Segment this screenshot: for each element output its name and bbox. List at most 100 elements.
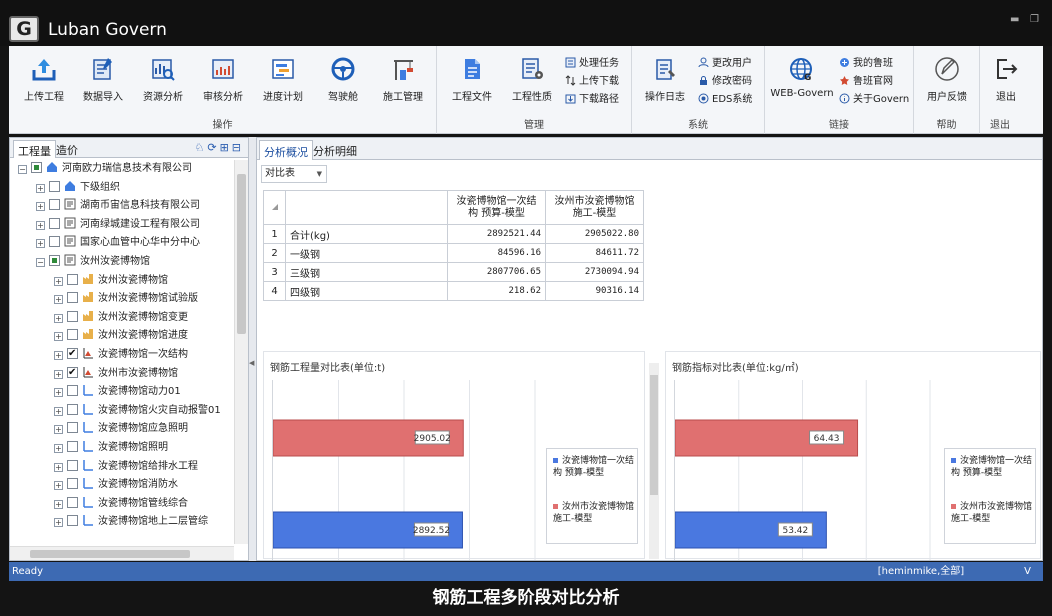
tree-node[interactable]: + 国家心血管中心华中分中心 [36,234,200,252]
user-feedback-button[interactable]: 用户反馈 [916,56,978,103]
tree-checkbox[interactable] [31,162,42,173]
restore-icon[interactable]: ❐ [1030,14,1039,25]
tree-node[interactable]: + 汝州汝瓷博物馆试验版 [54,290,198,308]
tree-toolbar-icons[interactable]: ♘⟳⊞⊟ [194,141,244,154]
tree-checkbox[interactable] [67,345,78,363]
expand-icon[interactable]: + [54,462,63,472]
tree-checkbox[interactable] [67,385,78,397]
tree-checkbox[interactable] [49,236,60,248]
expand-icon[interactable]: + [54,425,63,435]
tree-node[interactable]: + 下级组织 [36,179,120,197]
tree-checkbox[interactable] [67,310,78,322]
expand-icon[interactable]: + [36,220,45,230]
tree-checkbox[interactable] [67,422,78,434]
upload-download-button[interactable]: 上传下载 [565,74,619,90]
upload-project-button[interactable]: 上传工程 [13,56,75,103]
tree-checkbox[interactable] [67,496,78,508]
tree-checkbox[interactable] [49,217,60,229]
tree-node[interactable]: + 汝瓷博物馆给排水工程 [54,458,198,476]
table-row[interactable]: 4 四级钢 218.62 90316.14 [263,281,644,301]
schedule-icon [272,59,294,79]
collapse-icon[interactable]: − [18,165,27,174]
eds-system-button[interactable]: EDS系统 [698,92,752,108]
my-luban-button[interactable]: 我的鲁班 [839,56,893,72]
resource-analysis-button[interactable]: 资源分析 [132,56,194,103]
tree-checkbox[interactable] [49,255,60,266]
tab-quantity[interactable]: 工程量 [13,140,56,158]
panel-splitter[interactable]: ◀ [249,137,256,561]
tree-node[interactable]: − 汝州汝瓷博物馆 [36,253,150,271]
about-govern-button[interactable]: 关于Govern [839,92,909,108]
tree-node[interactable]: + 河南绿城建设工程有限公司 [36,216,200,234]
tab-analysis-detail[interactable]: 分析明细 [309,140,361,160]
project-files-button[interactable]: 工程文件 [441,56,503,103]
expand-icon[interactable]: + [54,351,63,360]
tree-checkbox[interactable] [67,329,78,341]
change-user-button[interactable]: 更改用户 [698,56,752,72]
expand-icon[interactable]: + [54,332,63,342]
data-import-button[interactable]: 数据导入 [72,56,134,103]
tree-checkbox[interactable] [67,441,78,452]
tree-checkbox[interactable] [49,180,60,192]
download-path-button[interactable]: 下载路径 [565,92,619,108]
expand-icon[interactable]: + [54,295,63,305]
luban-website-button[interactable]: 鲁班官网 [839,74,893,90]
tree-node[interactable]: + 汝瓷博物馆动力01 [54,383,181,401]
model-blue-icon [82,459,98,472]
expand-icon[interactable]: + [54,276,63,286]
expand-icon[interactable]: + [54,518,63,528]
tree-node[interactable]: + 汝瓷博物馆火灾自动报警01 [54,402,221,420]
table-row[interactable]: 3 三级钢 2807706.65 2730094.94 [263,262,644,282]
expand-icon[interactable]: + [54,313,63,323]
expand-icon[interactable]: + [36,239,45,249]
tree-checkbox[interactable] [67,478,78,490]
tree-checkbox[interactable] [49,199,60,211]
table-row[interactable]: 1 合计(kg) 2892521.44 2905022.80 [263,224,644,244]
tab-cost[interactable]: 造价 [52,140,82,158]
tree-vertical-scrollbar[interactable] [234,160,248,544]
tree-node[interactable]: + 湖南币宙信息科技有限公司 [36,197,200,215]
tree-checkbox[interactable] [67,364,78,382]
tree-node[interactable]: + 汝瓷博物馆应急照明 [54,420,188,438]
tree-checkbox[interactable] [67,292,78,304]
change-password-button[interactable]: 修改密码 [698,74,752,90]
tree-checkbox[interactable] [67,273,78,285]
chart-scrollbar[interactable] [649,363,659,559]
web-govern-button[interactable]: G WEB-Govern [769,56,835,99]
tree-node[interactable]: + 汝瓷博物馆一次结构 [54,345,188,364]
audit-analysis-button[interactable]: 审核分析 [192,56,254,103]
tree-node[interactable]: + 汝州市汝瓷博物馆 [54,364,178,383]
tree-checkbox[interactable] [67,459,78,471]
tree-node[interactable]: + 汝州汝瓷博物馆变更 [54,309,188,327]
project-properties-button[interactable]: 工程性质 [501,56,563,103]
expand-icon[interactable]: + [54,406,63,416]
minimize-icon[interactable]: ▬ [1010,14,1019,25]
collapse-icon[interactable]: − [36,258,45,267]
expand-icon[interactable]: + [54,481,63,491]
expand-icon[interactable]: + [54,388,63,398]
schedule-plan-button[interactable]: 进度计划 [252,56,314,103]
tree-node[interactable]: + 汝瓷博物馆管线综合 [54,495,188,513]
tab-analysis-overview[interactable]: 分析概况 [259,140,313,160]
expand-icon[interactable]: + [54,444,63,453]
table-row[interactable]: 2 一级钢 84596.16 84611.72 [263,243,644,263]
tree-node[interactable]: + 汝瓷博物馆照明 [54,439,168,457]
exit-button[interactable]: 退出 [986,56,1026,103]
operation-log-button[interactable]: 操作日志 [634,56,696,103]
tree-checkbox[interactable] [67,403,78,415]
expand-icon[interactable]: + [54,499,63,509]
expand-icon[interactable]: + [54,369,63,379]
compare-type-select[interactable]: 对比表 ▼ [261,165,327,183]
expand-icon[interactable]: + [36,183,45,193]
process-tasks-button[interactable]: 处理任务 [565,56,619,72]
expand-icon[interactable]: + [36,202,45,212]
tree-node[interactable]: + 汝州汝瓷博物馆进度 [54,327,188,345]
construction-management-button[interactable]: 施工管理 [372,56,434,103]
tree-checkbox[interactable] [67,515,78,527]
tree-node[interactable]: + 汝州汝瓷博物馆 [54,272,168,290]
tree-horizontal-scrollbar[interactable] [10,546,234,560]
tree-node[interactable]: − 河南欧力瑞信息技术有限公司 [18,160,192,178]
cockpit-button[interactable]: 驾驶舱 [312,56,374,103]
tree-node[interactable]: + 汝瓷博物馆消防水 [54,476,178,494]
tree-node[interactable]: + 汝瓷博物馆地上二层管综 [54,513,208,531]
